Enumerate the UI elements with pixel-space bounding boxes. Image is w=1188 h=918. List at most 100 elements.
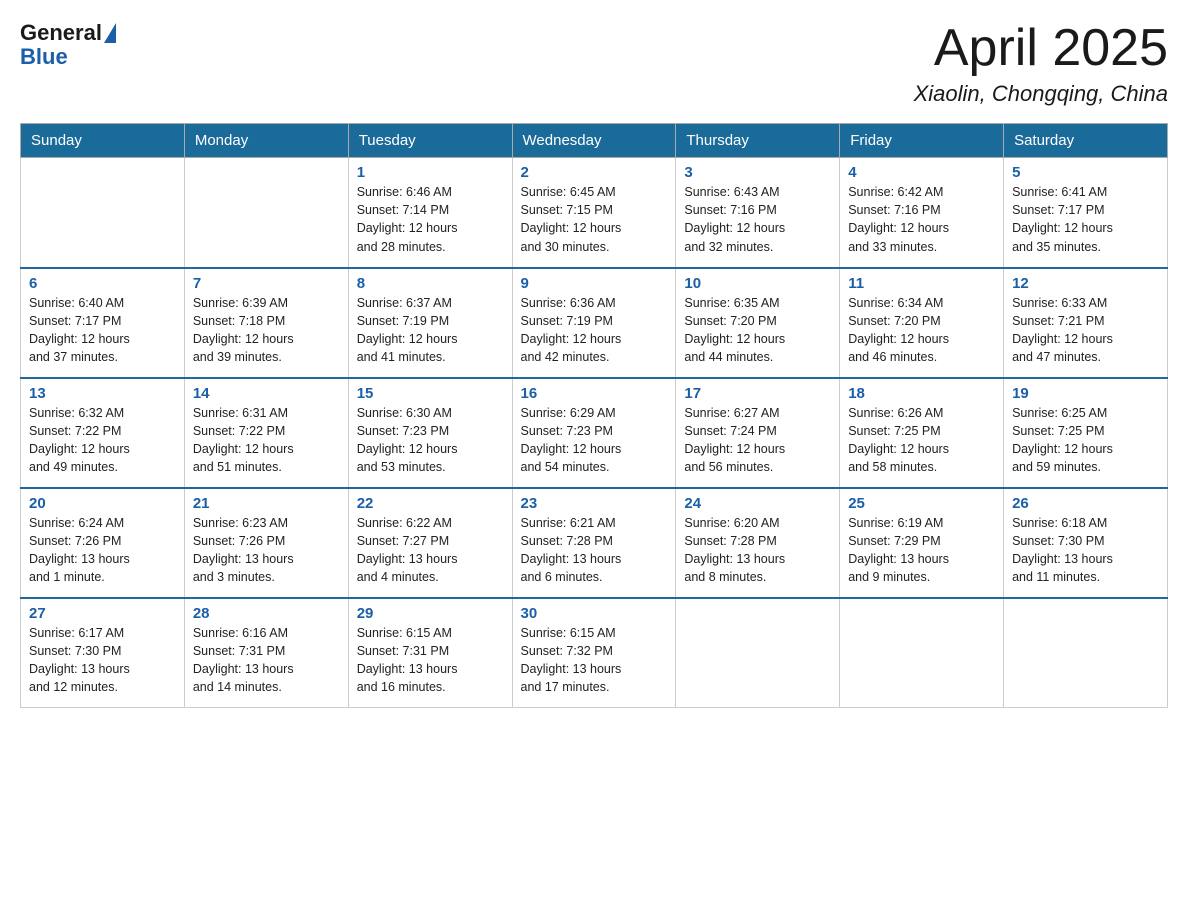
day-info: Sunrise: 6:25 AMSunset: 7:25 PMDaylight:… (1012, 404, 1159, 477)
day-info: Sunrise: 6:17 AMSunset: 7:30 PMDaylight:… (29, 624, 176, 697)
calendar-week-row: 27 Sunrise: 6:17 AMSunset: 7:30 PMDayligh… (21, 598, 1168, 708)
day-number: 30 (521, 605, 668, 622)
day-info: Sunrise: 6:22 AMSunset: 7:27 PMDaylight:… (357, 514, 504, 587)
day-number: 29 (357, 605, 504, 622)
calendar-day-cell: 25 Sunrise: 6:19 AMSunset: 7:29 PMDayligh… (840, 488, 1004, 598)
day-info: Sunrise: 6:43 AMSunset: 7:16 PMDaylight:… (684, 183, 831, 256)
day-number: 18 (848, 385, 995, 402)
day-info: Sunrise: 6:24 AMSunset: 7:26 PMDaylight:… (29, 514, 176, 587)
day-info: Sunrise: 6:46 AMSunset: 7:14 PMDaylight:… (357, 183, 504, 256)
calendar-day-cell: 15 Sunrise: 6:30 AMSunset: 7:23 PMDayligh… (348, 378, 512, 488)
day-number: 6 (29, 275, 176, 292)
calendar-day-cell: 19 Sunrise: 6:25 AMSunset: 7:25 PMDayligh… (1004, 378, 1168, 488)
logo-triangle-icon (104, 23, 116, 43)
day-number: 15 (357, 385, 504, 402)
day-info: Sunrise: 6:30 AMSunset: 7:23 PMDaylight:… (357, 404, 504, 477)
calendar-day-cell: 23Sunrise: 6:21 AMSunset: 7:28 PMDayligh… (512, 488, 676, 598)
day-info: Sunrise: 6:27 AMSunset: 7:24 PMDaylight:… (684, 404, 831, 477)
day-number: 20 (29, 495, 176, 512)
day-info: Sunrise: 6:41 AMSunset: 7:17 PMDaylight:… (1012, 183, 1159, 256)
day-number: 2 (521, 164, 668, 181)
calendar-day-cell: 26 Sunrise: 6:18 AMSunset: 7:30 PMDayligh… (1004, 488, 1168, 598)
day-number: 13 (29, 385, 176, 402)
title-block: April 2025 Xiaolin, Chongqing, China (914, 20, 1168, 107)
calendar-day-cell (676, 598, 840, 708)
calendar-day-cell: 7 Sunrise: 6:39 AMSunset: 7:18 PMDaylight… (184, 268, 348, 378)
calendar-week-row: 20 Sunrise: 6:24 AMSunset: 7:26 PMDayligh… (21, 488, 1168, 598)
logo-blue-text: Blue (20, 44, 68, 70)
day-number: 28 (193, 605, 340, 622)
weekday-header-sunday: Sunday (21, 124, 185, 158)
day-number: 1 (357, 164, 504, 181)
day-number: 26 (1012, 495, 1159, 512)
day-info: Sunrise: 6:15 AMSunset: 7:31 PMDaylight:… (357, 624, 504, 697)
calendar-day-cell: 2 Sunrise: 6:45 AMSunset: 7:15 PMDaylight… (512, 158, 676, 268)
calendar-day-cell (184, 158, 348, 268)
day-info: Sunrise: 6:20 AMSunset: 7:28 PMDaylight:… (684, 514, 831, 587)
day-info: Sunrise: 6:15 AMSunset: 7:32 PMDaylight:… (521, 624, 668, 697)
day-number: 23 (521, 495, 668, 512)
calendar-day-cell (21, 158, 185, 268)
calendar-day-cell: 5 Sunrise: 6:41 AMSunset: 7:17 PMDaylight… (1004, 158, 1168, 268)
day-info: Sunrise: 6:40 AMSunset: 7:17 PMDaylight:… (29, 294, 176, 367)
day-info: Sunrise: 6:39 AMSunset: 7:18 PMDaylight:… (193, 294, 340, 367)
logo-general-text: General (20, 20, 102, 46)
weekday-header-monday: Monday (184, 124, 348, 158)
calendar-day-cell: 20 Sunrise: 6:24 AMSunset: 7:26 PMDayligh… (21, 488, 185, 598)
day-info: Sunrise: 6:29 AMSunset: 7:23 PMDaylight:… (521, 404, 668, 477)
day-number: 3 (684, 164, 831, 181)
day-info: Sunrise: 6:45 AMSunset: 7:15 PMDaylight:… (521, 183, 668, 256)
day-number: 17 (684, 385, 831, 402)
calendar-day-cell: 14Sunrise: 6:31 AMSunset: 7:22 PMDayligh… (184, 378, 348, 488)
calendar-day-cell: 10Sunrise: 6:35 AMSunset: 7:20 PMDayligh… (676, 268, 840, 378)
calendar-day-cell: 13 Sunrise: 6:32 AMSunset: 7:22 PMDayligh… (21, 378, 185, 488)
day-number: 11 (848, 275, 995, 292)
day-info: Sunrise: 6:26 AMSunset: 7:25 PMDaylight:… (848, 404, 995, 477)
calendar-week-row: 6 Sunrise: 6:40 AMSunset: 7:17 PMDaylight… (21, 268, 1168, 378)
day-info: Sunrise: 6:33 AMSunset: 7:21 PMDaylight:… (1012, 294, 1159, 367)
day-info: Sunrise: 6:19 AMSunset: 7:29 PMDaylight:… (848, 514, 995, 587)
calendar-table: SundayMondayTuesdayWednesdayThursdayFrid… (20, 123, 1168, 708)
calendar-day-cell: 6 Sunrise: 6:40 AMSunset: 7:17 PMDaylight… (21, 268, 185, 378)
day-number: 10 (684, 275, 831, 292)
day-info: Sunrise: 6:23 AMSunset: 7:26 PMDaylight:… (193, 514, 340, 587)
calendar-day-cell: 3 Sunrise: 6:43 AMSunset: 7:16 PMDaylight… (676, 158, 840, 268)
calendar-header-row: SundayMondayTuesdayWednesdayThursdayFrid… (21, 124, 1168, 158)
weekday-header-tuesday: Tuesday (348, 124, 512, 158)
calendar-day-cell: 24 Sunrise: 6:20 AMSunset: 7:28 PMDayligh… (676, 488, 840, 598)
weekday-header-thursday: Thursday (676, 124, 840, 158)
day-info: Sunrise: 6:34 AMSunset: 7:20 PMDaylight:… (848, 294, 995, 367)
day-info: Sunrise: 6:37 AMSunset: 7:19 PMDaylight:… (357, 294, 504, 367)
day-number: 12 (1012, 275, 1159, 292)
calendar-day-cell: 17 Sunrise: 6:27 AMSunset: 7:24 PMDayligh… (676, 378, 840, 488)
day-number: 27 (29, 605, 176, 622)
calendar-day-cell: 1 Sunrise: 6:46 AMSunset: 7:14 PMDaylight… (348, 158, 512, 268)
calendar-day-cell: 9Sunrise: 6:36 AMSunset: 7:19 PMDaylight… (512, 268, 676, 378)
calendar-day-cell (840, 598, 1004, 708)
calendar-day-cell: 30 Sunrise: 6:15 AMSunset: 7:32 PMDayligh… (512, 598, 676, 708)
day-number: 24 (684, 495, 831, 512)
calendar-day-cell: 8 Sunrise: 6:37 AMSunset: 7:19 PMDaylight… (348, 268, 512, 378)
day-info: Sunrise: 6:42 AMSunset: 7:16 PMDaylight:… (848, 183, 995, 256)
day-number: 19 (1012, 385, 1159, 402)
day-info: Sunrise: 6:18 AMSunset: 7:30 PMDaylight:… (1012, 514, 1159, 587)
calendar-day-cell: 22Sunrise: 6:22 AMSunset: 7:27 PMDayligh… (348, 488, 512, 598)
weekday-header-friday: Friday (840, 124, 1004, 158)
calendar-day-cell: 16 Sunrise: 6:29 AMSunset: 7:23 PMDayligh… (512, 378, 676, 488)
day-info: Sunrise: 6:36 AMSunset: 7:19 PMDaylight:… (521, 294, 668, 367)
day-number: 5 (1012, 164, 1159, 181)
calendar-location: Xiaolin, Chongqing, China (914, 81, 1168, 107)
day-number: 7 (193, 275, 340, 292)
calendar-day-cell: 28 Sunrise: 6:16 AMSunset: 7:31 PMDayligh… (184, 598, 348, 708)
day-info: Sunrise: 6:16 AMSunset: 7:31 PMDaylight:… (193, 624, 340, 697)
calendar-day-cell: 4Sunrise: 6:42 AMSunset: 7:16 PMDaylight… (840, 158, 1004, 268)
day-number: 16 (521, 385, 668, 402)
calendar-day-cell: 11 Sunrise: 6:34 AMSunset: 7:20 PMDayligh… (840, 268, 1004, 378)
weekday-header-saturday: Saturday (1004, 124, 1168, 158)
day-number: 25 (848, 495, 995, 512)
calendar-day-cell (1004, 598, 1168, 708)
calendar-week-row: 1 Sunrise: 6:46 AMSunset: 7:14 PMDaylight… (21, 158, 1168, 268)
day-info: Sunrise: 6:32 AMSunset: 7:22 PMDaylight:… (29, 404, 176, 477)
day-number: 8 (357, 275, 504, 292)
calendar-day-cell: 12 Sunrise: 6:33 AMSunset: 7:21 PMDayligh… (1004, 268, 1168, 378)
